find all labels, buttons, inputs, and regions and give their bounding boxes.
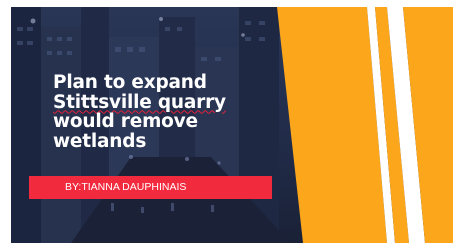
headline: Plan to expand Stittsville quarry would … — [53, 73, 283, 151]
headline-line-3: would remove — [53, 111, 198, 132]
byline-text: BY:TIANNA DAUPHINAIS — [65, 181, 187, 193]
headline-line-1: Plan to expand — [53, 72, 207, 93]
headline-line-4: wetlands — [53, 130, 147, 152]
headline-line-2: Stittsville quarry — [53, 91, 226, 113]
title-slide: Plan to expand Stittsville quarry would … — [11, 7, 453, 243]
byline-bar: BY:TIANNA DAUPHINAIS — [29, 176, 272, 199]
